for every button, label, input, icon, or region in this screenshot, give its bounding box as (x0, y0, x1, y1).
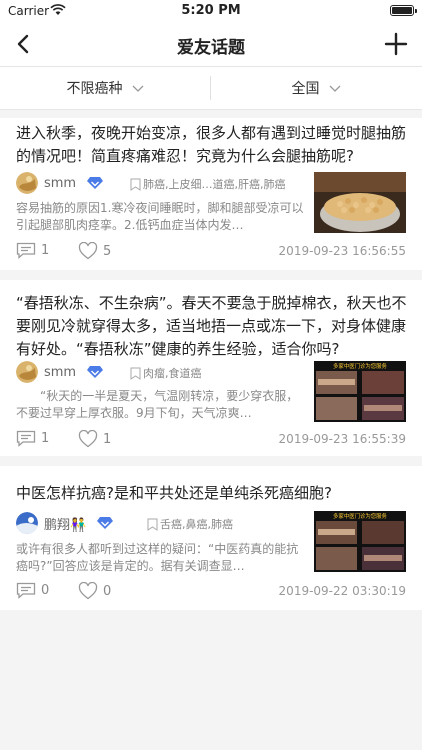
post-excerpt: 容易抽筋的原因1.寒冷夜间睡眠时，脚和腿部受凉可以引起腿部肌肉痉挛。2.低钙血症… (16, 201, 304, 232)
cancer-type-filter[interactable]: 不限癌种 (0, 67, 211, 109)
like-count-value: 0 (103, 583, 112, 599)
chevron-down-icon (329, 85, 340, 92)
post-tags: 舌癌,鼻癌,肺癌 (147, 516, 307, 532)
post-thumbnail[interactable]: 多家中医门诊为您服务 (314, 511, 406, 572)
status-bar: Carrier 5:20 PM (0, 0, 422, 22)
thumbnail-caption: 多家中医门诊为您服务 (333, 512, 388, 520)
like-count-value: 1 (103, 431, 112, 447)
diamond-badge-icon (87, 366, 104, 378)
post-tags: 肉瘤,食道癌 (130, 365, 306, 381)
post-excerpt: “秋天的一半是夏天，气温刚转凉，要少穿衣服，不要过早穿上厚衣服。9月下旬，天气凉… (16, 389, 299, 420)
comment-icon (16, 430, 36, 447)
post-thumbnail[interactable] (314, 172, 406, 233)
status-time: 5:20 PM (181, 3, 241, 18)
plus-icon[interactable] (380, 28, 412, 60)
heart-icon (78, 582, 98, 600)
post-author[interactable]: smm (16, 172, 104, 194)
diamond-badge-icon (97, 517, 114, 529)
battery-icon (390, 5, 417, 16)
chevron-down-icon (132, 85, 143, 92)
avatar[interactable] (16, 172, 38, 194)
post-author[interactable]: smm (16, 361, 104, 383)
post-tags-text: 舌癌,鼻癌,肺癌 (160, 518, 233, 531)
post-thumbnail[interactable]: 多家中医门诊为您服务 (314, 361, 406, 422)
post-title: 进入秋季，夜晚开始变凉，很多人都有遇到过睡觉时腿抽筋的情况吧！简直疼痛难忍！究竟… (16, 124, 407, 165)
heart-icon (78, 430, 98, 448)
author-name: smm (44, 175, 77, 191)
comment-count-value: 1 (41, 431, 50, 446)
filter-bar: 不限癌种 全国 (0, 66, 422, 110)
comment-count[interactable]: 0 (16, 582, 49, 599)
post-card[interactable]: 进入秋季，夜晚开始变凉，很多人都有遇到过睡觉时腿抽筋的情况吧！简直疼痛难忍！究竟… (0, 118, 422, 270)
post-tags-text: 肺癌,上皮细…道癌,肝癌,肺癌 (143, 178, 286, 191)
author-name: 鹏翔👫 (44, 517, 87, 533)
page-title: 爱友话题 (177, 38, 245, 58)
diamond-badge-icon (87, 177, 104, 189)
comment-count-value: 1 (41, 243, 50, 258)
comment-count[interactable]: 1 (16, 242, 49, 259)
post-datetime: 2019-09-23 16:56:55 (278, 244, 406, 258)
like-count[interactable]: 1 (78, 430, 111, 448)
region-filter-label: 全国 (291, 81, 320, 97)
post-card[interactable]: 中医怎样抗癌?是和平共处还是单纯杀死癌细胞? 鹏翔👫 舌癌,鼻癌,肺癌 或许有很… (0, 466, 422, 610)
comment-count[interactable]: 1 (16, 430, 49, 447)
bookmark-icon (130, 367, 141, 380)
post-datetime: 2019-09-23 16:55:39 (278, 432, 406, 446)
heart-icon (78, 242, 98, 260)
region-filter[interactable]: 全国 (211, 67, 422, 109)
bookmark-icon (130, 178, 141, 191)
like-count[interactable]: 0 (78, 582, 111, 600)
thumbnail-caption: 多家中医门诊为您服务 (333, 362, 388, 370)
post-card[interactable]: “春捂秋冻、不生杂病”。春天不要急于脱掉棉衣，秋天也不要刚见冷就穿得太多，适当地… (0, 280, 422, 456)
avatar[interactable] (16, 361, 38, 383)
comment-icon (16, 242, 36, 259)
post-tags: 肺癌,上皮细…道癌,肝癌,肺癌 (130, 176, 306, 192)
post-author[interactable]: 鹏翔👫 (16, 512, 114, 534)
post-tags-text: 肉瘤,食道癌 (143, 367, 202, 380)
cancer-type-filter-label: 不限癌种 (66, 81, 123, 97)
avatar[interactable] (16, 512, 38, 534)
comment-count-value: 0 (41, 583, 50, 598)
nav-bar: 爱友话题 (0, 22, 422, 66)
bookmark-icon (147, 518, 158, 531)
post-datetime: 2019-09-22 03:30:19 (278, 584, 406, 598)
post-excerpt: 或许有很多人都听到过这样的疑问：“中医药真的能抗癌吗?”回答应该是肯定的。据有关… (16, 542, 299, 573)
like-count[interactable]: 5 (78, 242, 111, 260)
comment-icon (16, 582, 36, 599)
post-title: 中医怎样抗癌?是和平共处还是单纯杀死癌细胞? (16, 484, 332, 502)
like-count-value: 5 (103, 243, 112, 259)
post-title: “春捂秋冻、不生杂病”。春天不要急于脱掉棉衣，秋天也不要刚见冷就穿得太多，适当地… (16, 294, 407, 358)
author-name: smm (44, 364, 77, 380)
